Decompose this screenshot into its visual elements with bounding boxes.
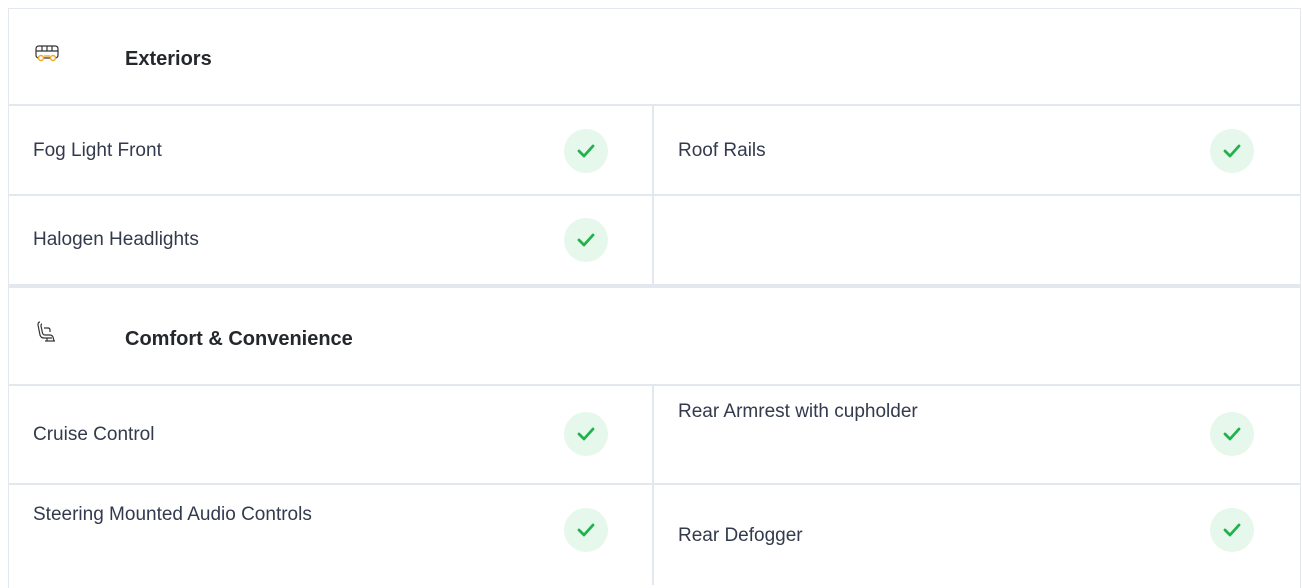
table-row: Cruise Control Rear Armrest with cuphold… [9,386,1300,485]
feature-cell: Halogen Headlights [9,196,654,284]
feature-label: Roof Rails [678,140,766,161]
table-row: Steering Mounted Audio Controls Rear Def… [9,485,1300,585]
section-header-exteriors: Exteriors [9,8,1300,106]
feature-label: Fog Light Front [33,140,162,161]
checkmark-icon [564,218,608,262]
feature-label: Steering Mounted Audio Controls [33,504,312,525]
section-title: Comfort & Convenience [125,328,353,350]
feature-cell: Steering Mounted Audio Controls [9,485,654,585]
car-seat-icon [35,320,63,342]
features-table: Exteriors Fog Light Front Roof Rails Hal… [8,8,1301,588]
checkmark-icon [1210,508,1254,552]
feature-cell: Roof Rails [654,106,1300,194]
checkmark-icon [564,412,608,456]
feature-label: Cruise Control [33,424,155,445]
feature-label: Rear Defogger [678,525,803,546]
car-exterior-icon [33,43,61,65]
feature-cell: Rear Armrest with cupholder [654,386,1300,483]
section-header-comfort: Comfort & Convenience [9,286,1300,386]
table-row: Halogen Headlights [9,196,1300,286]
feature-label: Rear Armrest with cupholder [678,401,918,422]
checkmark-icon [1210,412,1254,456]
section-title: Exteriors [125,48,212,70]
table-row: Fog Light Front Roof Rails [9,106,1300,196]
checkmark-icon [1210,129,1254,173]
checkmark-icon [564,508,608,552]
feature-cell: Rear Defogger [654,485,1300,585]
checkmark-icon [564,129,608,173]
feature-cell: Cruise Control [9,386,654,483]
feature-cell-empty [654,196,1300,284]
feature-cell: Fog Light Front [9,106,654,194]
feature-label: Halogen Headlights [33,229,199,250]
